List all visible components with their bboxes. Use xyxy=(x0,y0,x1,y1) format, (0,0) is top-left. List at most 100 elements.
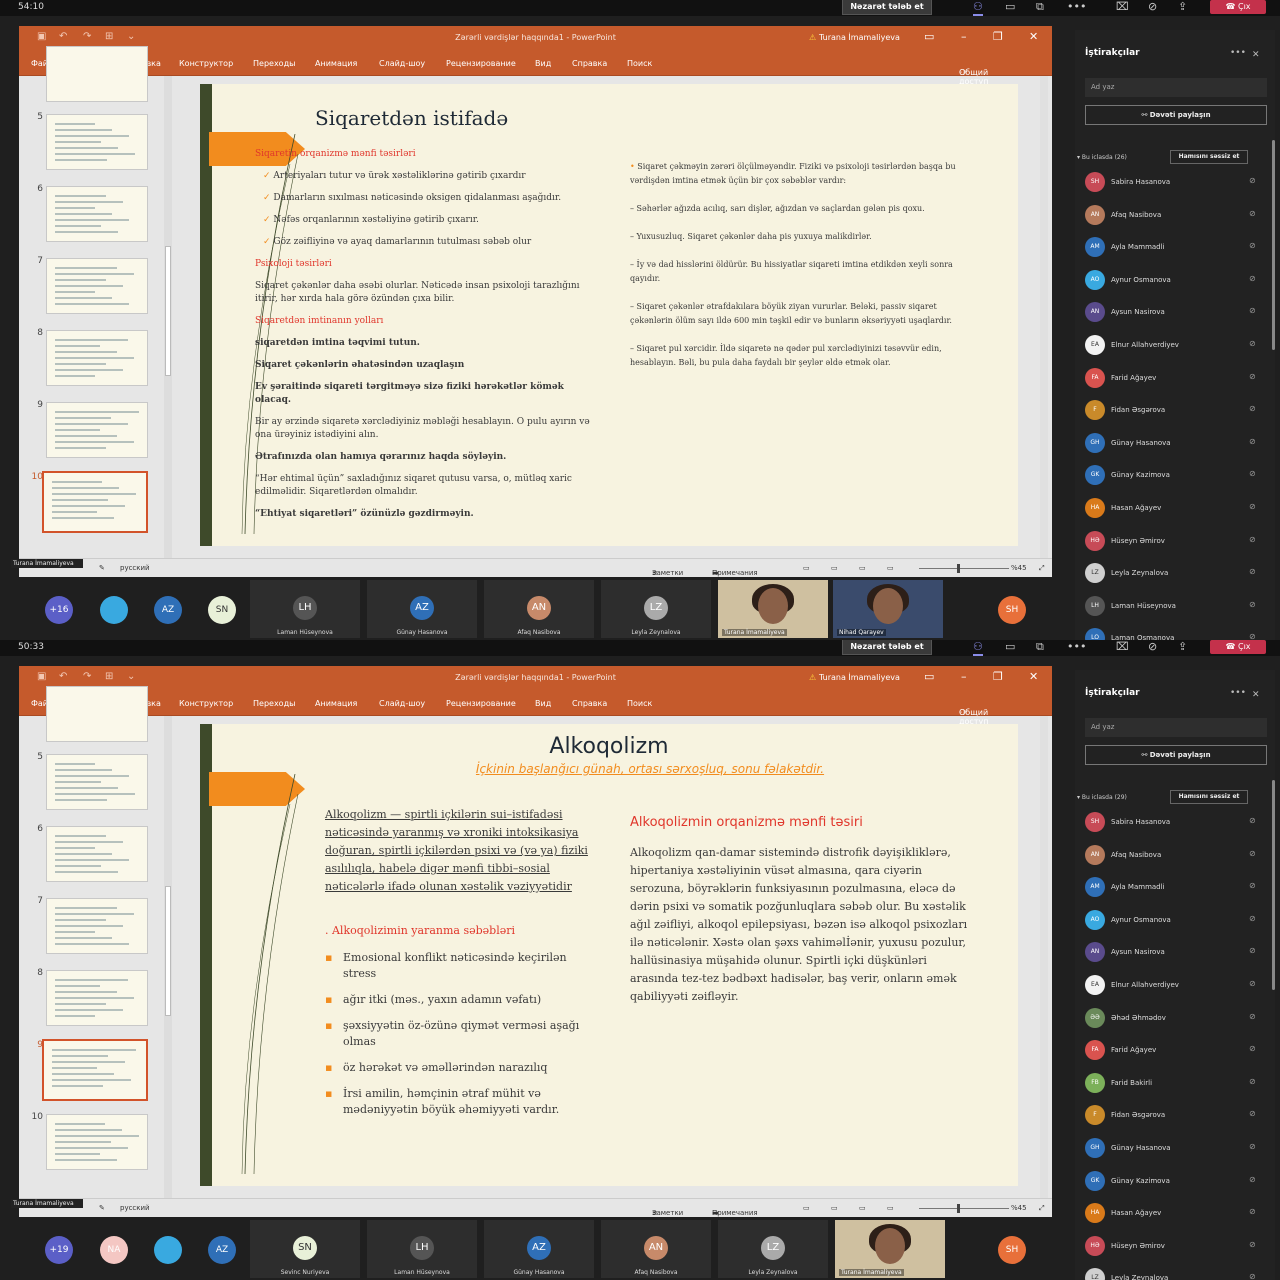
mute-all-button[interactable]: Hamısını səssiz et xyxy=(1170,150,1248,164)
participant-row[interactable]: SH Sabira Hasanova ⊘ xyxy=(1085,808,1267,836)
share-invite-button[interactable]: ⚯ Dəvəti paylaşın xyxy=(1085,745,1267,765)
participant-row[interactable]: LO Laman Osmanova ⊘ xyxy=(1085,624,1267,640)
participant-tile[interactable]: LZ Leyla Zeynalova xyxy=(718,1220,828,1278)
panel-scrollbar[interactable] xyxy=(1272,780,1275,990)
slide-scrollbar[interactable] xyxy=(1040,76,1048,558)
more-icon[interactable]: ••• xyxy=(1067,640,1086,654)
slide-thumbnail[interactable] xyxy=(46,970,148,1026)
participant-row[interactable]: HƏ Hüseyn Əmirov ⊘ xyxy=(1085,527,1267,555)
participant-row[interactable]: EA Elnur Allahverdiyev ⊘ xyxy=(1085,971,1267,999)
share-icon[interactable]: ⇪ xyxy=(1178,0,1187,14)
participant-row[interactable]: AM Ayla Mammadli ⊘ xyxy=(1085,233,1267,261)
camera-off-icon[interactable]: ⌧ xyxy=(1116,0,1129,14)
zoom-slider[interactable] xyxy=(919,1204,1009,1213)
participant-video[interactable]: Turana İmamaliyeva xyxy=(835,1220,945,1278)
participant-row[interactable]: GH Günay Hasanova ⊘ xyxy=(1085,1134,1267,1162)
maximize-icon[interactable]: ❐ xyxy=(993,670,1003,684)
people-icon[interactable]: ⚇ xyxy=(973,0,983,16)
participant-row[interactable]: AM Ayla Mammadli ⊘ xyxy=(1085,873,1267,901)
participant-row[interactable]: FA Farid Ağayev ⊘ xyxy=(1085,364,1267,392)
account-user[interactable]: ⚠ Turana İmamaliyeva xyxy=(809,673,900,682)
participant-row[interactable]: FA Farid Ağayev ⊘ xyxy=(1085,1036,1267,1064)
request-control-button[interactable]: Nəzarət tələb et xyxy=(842,0,932,15)
more-participants-count[interactable]: +16 xyxy=(45,596,73,624)
participant-row[interactable]: GK Günay Kazimova ⊘ xyxy=(1085,461,1267,489)
sorter-view-icon[interactable]: ▭ xyxy=(831,564,838,572)
people-icon[interactable]: ⚇ xyxy=(973,640,983,656)
participant-avatar[interactable] xyxy=(100,596,128,624)
thumbnail-scrollbar[interactable] xyxy=(164,76,172,558)
slide-thumbnail[interactable] xyxy=(42,471,148,533)
participant-row[interactable]: HƏ Hüseyn Əmirov ⊘ xyxy=(1085,1232,1267,1260)
search-tab[interactable]: Поиск xyxy=(627,59,652,68)
minimize-icon[interactable]: – xyxy=(961,30,967,44)
participant-video[interactable]: Turana İmamaliyeva xyxy=(718,580,828,638)
more-participants-count[interactable]: +19 xyxy=(45,1236,73,1264)
participant-avatar[interactable]: AZ xyxy=(154,596,182,624)
ribbon-tab[interactable]: Рецензирование xyxy=(446,699,516,708)
ribbon-tab[interactable]: Слайд-шоу xyxy=(379,699,425,708)
slide-thumbnail[interactable] xyxy=(46,686,148,742)
participant-search-input[interactable]: Ad yaz xyxy=(1085,78,1267,97)
zoom-thumb[interactable] xyxy=(957,564,960,573)
slide-scrollbar[interactable] xyxy=(1040,716,1048,1198)
slide-thumbnail[interactable] xyxy=(46,754,148,810)
slideshow-view-icon[interactable]: ▭ xyxy=(887,564,894,572)
slide-thumbnail[interactable] xyxy=(46,330,148,386)
participant-avatar[interactable] xyxy=(154,1236,182,1264)
participant-row[interactable]: AO Aynur Osmanova ⊘ xyxy=(1085,906,1267,934)
ribbon-tab[interactable]: Переходы xyxy=(253,59,295,68)
breakout-icon[interactable]: ⧉ xyxy=(1036,640,1044,654)
participant-row[interactable]: AN Afaq Nasibova ⊘ xyxy=(1085,201,1267,229)
slide-canvas[interactable]: Alkoqolizm İçkinin başlanğıcı günah, orta… xyxy=(200,724,1018,1186)
minimize-icon[interactable]: – xyxy=(961,670,967,684)
participant-row[interactable]: F Fidan Əsgərova ⊘ xyxy=(1085,396,1267,424)
slide-thumbnail[interactable] xyxy=(46,1114,148,1170)
reading-view-icon[interactable]: ▭ xyxy=(859,1204,866,1212)
mic-off-icon[interactable]: ⊘ xyxy=(1148,0,1157,14)
participant-row[interactable]: F Fidan Əsgərova ⊘ xyxy=(1085,1101,1267,1129)
participant-tile[interactable]: AN Afaq Nasibova xyxy=(484,580,594,638)
participant-row[interactable]: LZ Leyla Zeynalova ⊘ xyxy=(1085,559,1267,587)
more-icon[interactable]: ••• xyxy=(1067,0,1086,14)
participant-search-input[interactable]: Ad yaz xyxy=(1085,718,1267,737)
participant-tile[interactable]: AN Afaq Nasibova xyxy=(601,1220,711,1278)
slide-thumbnail[interactable] xyxy=(46,186,148,242)
participant-avatar[interactable]: SN xyxy=(208,596,236,624)
participant-video[interactable]: Nihad Qarayev xyxy=(833,580,943,638)
slide-thumbnail[interactable] xyxy=(46,826,148,882)
scroll-thumb[interactable] xyxy=(165,886,171,1016)
ribbon-display-icon[interactable]: ▭ xyxy=(924,670,934,684)
slide-thumbnail[interactable] xyxy=(46,258,148,314)
spellcheck-icon[interactable]: ✎ xyxy=(99,564,105,572)
ribbon-tab[interactable]: Конструктор xyxy=(179,699,233,708)
ribbon-tab[interactable]: Вид xyxy=(535,699,551,708)
more-options-icon[interactable]: ••• xyxy=(1230,48,1246,58)
participant-tile[interactable]: AZ Günay Hasanova xyxy=(367,580,477,638)
spellcheck-icon[interactable]: ✎ xyxy=(99,1204,105,1212)
ribbon-tab[interactable]: Рецензирование xyxy=(446,59,516,68)
zoom-slider[interactable] xyxy=(919,564,1009,573)
fit-slide-icon[interactable]: ⤢ xyxy=(1039,564,1045,573)
camera-off-icon[interactable]: ⌧ xyxy=(1116,640,1129,654)
ribbon-tab[interactable]: Вид xyxy=(535,59,551,68)
slide-thumbnail[interactable] xyxy=(46,114,148,170)
close-icon[interactable]: ✕ xyxy=(1029,30,1038,44)
participant-tile[interactable]: SN Sevinc Nuriyeva xyxy=(250,1220,360,1278)
ribbon-tab[interactable]: Справка xyxy=(572,59,607,68)
ribbon-tab[interactable]: Слайд-шоу xyxy=(379,59,425,68)
more-options-icon[interactable]: ••• xyxy=(1230,688,1246,698)
participant-avatar[interactable]: NA xyxy=(100,1236,128,1264)
close-icon[interactable]: ✕ xyxy=(1252,690,1260,700)
participant-row[interactable]: GK Günay Kazimova ⊘ xyxy=(1085,1167,1267,1195)
participant-row[interactable]: HA Hasan Ağayev ⊘ xyxy=(1085,494,1267,522)
panel-scrollbar[interactable] xyxy=(1272,140,1275,350)
maximize-icon[interactable]: ❐ xyxy=(993,30,1003,44)
in-meeting-count[interactable]: ▾ Bu iclasda (29) xyxy=(1077,794,1127,801)
ribbon-tab[interactable]: Конструктор xyxy=(179,59,233,68)
participant-tile[interactable]: LZ Leyla Zeynalova xyxy=(601,580,711,638)
ribbon-tab[interactable]: Переходы xyxy=(253,699,295,708)
participant-row[interactable]: AN Aysun Nasirova ⊘ xyxy=(1085,938,1267,966)
chat-icon[interactable]: ▭ xyxy=(1005,0,1015,14)
breakout-icon[interactable]: ⧉ xyxy=(1036,0,1044,14)
